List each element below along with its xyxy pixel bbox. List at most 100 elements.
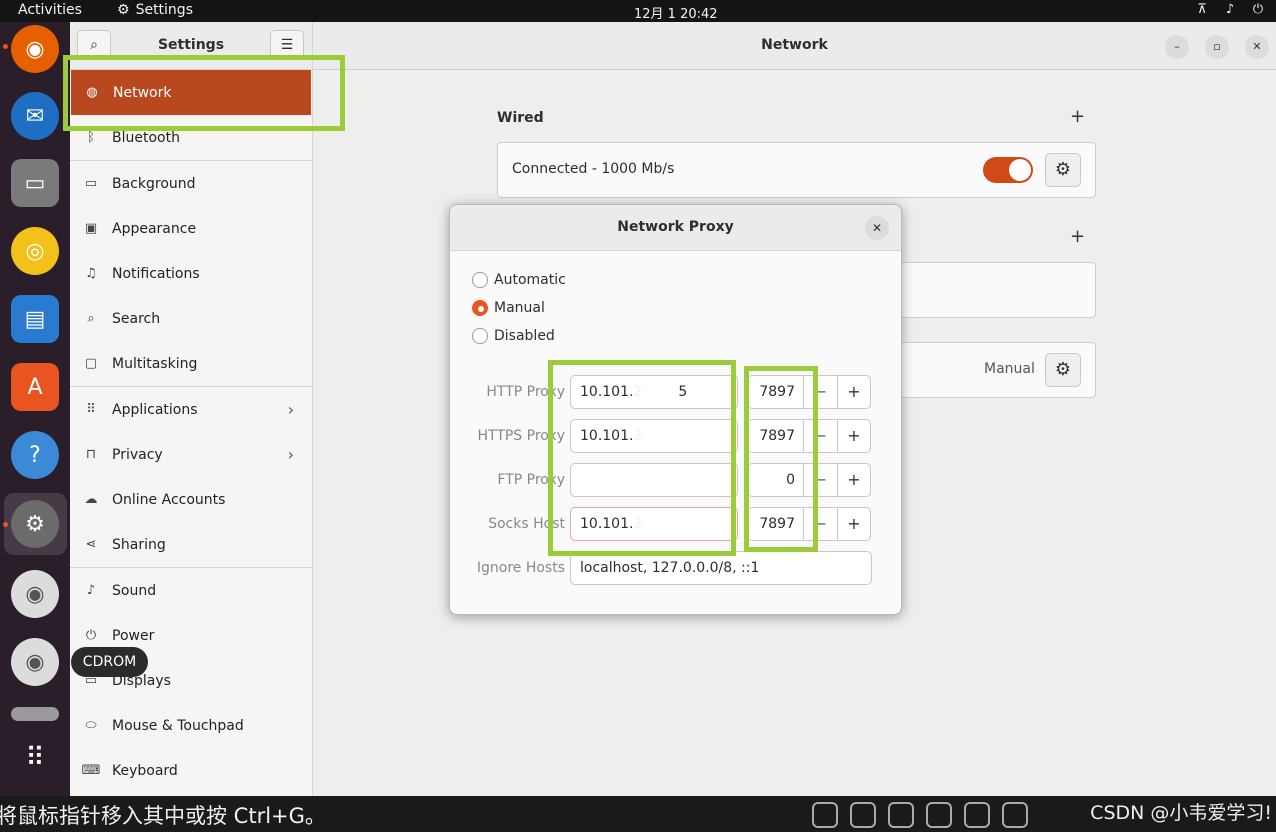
running-indicator [3,522,8,527]
radio-indicator [472,272,488,288]
usb-icon[interactable] [1002,802,1028,828]
sidebar-item-label: Privacy [112,446,163,463]
optical-drive-icon[interactable] [850,802,876,828]
hard-disk-icon[interactable] [812,802,838,828]
activities-button[interactable]: Activities [18,2,82,18]
wired-toggle[interactable] [983,157,1033,183]
ftp-port-increment-button[interactable]: + [837,463,871,497]
https-port-increment-button[interactable]: + [837,419,871,453]
cdrom-icon[interactable]: ◉ [11,638,59,686]
show-apps-icon[interactable]: ⠿ [11,734,59,782]
sidebar-item-bluetooth[interactable]: ᛒ Bluetooth [70,115,312,160]
https-proxy-port-input[interactable]: 7897 [747,419,803,453]
http-port-increment-button[interactable]: + [837,375,871,409]
chevron-right-icon: › [287,400,294,419]
radio-label: Disabled [494,328,555,344]
minimize-button[interactable]: – [1165,35,1189,59]
firefox-icon[interactable]: ◉ [11,25,59,73]
radio-manual[interactable]: Manual [472,300,545,316]
app-center-icon[interactable]: A [11,363,59,411]
sidebar-item-sound[interactable]: ♪ Sound [70,568,312,613]
close-window-button[interactable]: ✕ [1245,35,1269,59]
dock-tooltip: CDROM [71,647,148,677]
dock: ◉ ✉ ▭ ◎ ▤ A ? ⚙ ◉ ◉ ⠿ [0,22,70,796]
sidebar-item-label: Appearance [112,220,197,237]
system-tray[interactable]: ⊼ ♪ ⏻ [1194,2,1266,18]
ftp-port-decrement-button[interactable]: − [803,463,837,497]
ftp-proxy-host-input[interactable] [570,463,738,497]
close-icon: ✕ [871,221,883,235]
http-proxy-label: HTTP Proxy [486,384,565,400]
http-port-decrement-button[interactable]: − [803,375,837,409]
proxy-settings-button[interactable]: ⚙ [1045,353,1081,387]
radio-automatic[interactable]: Automatic [472,272,566,288]
plus-icon: + [1070,106,1086,127]
files-icon[interactable]: ▭ [11,159,59,207]
socks-port-input[interactable]: 7897 [747,507,803,541]
socks-port-increment-button[interactable]: + [837,507,871,541]
thunderbird-icon[interactable]: ✉ [11,92,59,140]
sidebar-item-label: Sharing [112,536,166,553]
app-menu[interactable]: ⚙ Settings [117,2,193,18]
redaction-blur [632,377,672,407]
main-menu-button[interactable]: ☰ [270,30,304,60]
rhythmbox-icon[interactable]: ◎ [11,227,59,275]
vm-status-bar: 将鼠标指针移入其中或按 Ctrl+G。 CSDN @小韦爱学习! [0,796,1276,832]
http-proxy-port-input[interactable]: 7897 [747,375,803,409]
radio-indicator [472,328,488,344]
close-icon: ✕ [1252,40,1262,53]
redaction-blur [632,509,672,539]
sidebar-item-label: Search [112,310,161,327]
sidebar-item-appearance[interactable]: ▣ Appearance [70,206,312,251]
network-adapter-icon[interactable] [964,802,990,828]
add-wired-button[interactable]: + [1070,106,1085,127]
lock-icon: ⊓ [85,447,97,462]
sidebar-item-network[interactable]: ◍ Network [71,70,311,115]
sidebar-item-applications[interactable]: ⠿ Applications › [70,387,312,432]
globe-icon: ◍ [86,85,98,100]
disc-icon[interactable]: ◉ [11,570,59,618]
help-icon[interactable]: ? [11,431,59,479]
sidebar-item-privacy[interactable]: ⊓ Privacy › [70,432,312,477]
radio-indicator [472,300,488,316]
power-icon: ⏻ [85,628,97,643]
share-icon: ⋖ [85,537,97,552]
sidebar-item-label: Keyboard [112,762,178,779]
sidebar-item-label: Mouse & Touchpad [112,717,244,734]
sidebar-item-sharing[interactable]: ⋖ Sharing [70,522,312,567]
sidebar-item-notifications[interactable]: ♫ Notifications [70,251,312,296]
network-icon: ⊼ [1197,2,1207,17]
ignore-hosts-label: Ignore Hosts [476,560,565,576]
sidebar-item-online-accounts[interactable]: ☁ Online Accounts [70,477,312,522]
radio-disabled[interactable]: Disabled [472,328,555,344]
bluetooth-icon: ᛒ [87,130,95,145]
ftp-proxy-port-input[interactable]: 0 [747,463,803,497]
sidebar-item-multitasking[interactable]: ▢ Multitasking [70,341,312,386]
sidebar-item-mouse-touchpad[interactable]: ⬭ Mouse & Touchpad [70,703,312,748]
power-icon: ⏻ [1252,2,1264,17]
maximize-icon: ▫ [1213,40,1221,53]
drive-icon[interactable] [11,707,59,721]
https-proxy-label: HTTPS Proxy [477,428,565,444]
settings-icon[interactable]: ⚙ [11,500,59,548]
maximize-button[interactable]: ▫ [1205,35,1229,59]
ignore-hosts-input[interactable]: localhost, 127.0.0.0/8, ::1 [570,551,872,585]
appearance-icon: ▣ [84,221,98,236]
running-indicator [3,44,8,49]
sidebar-item-label: Applications [112,401,198,418]
dialog-close-button[interactable]: ✕ [865,216,889,240]
socks-port-decrement-button[interactable]: − [803,507,837,541]
add-vpn-button[interactable]: + [1070,226,1085,247]
clock[interactable]: 12月 1 20:42 [634,3,718,22]
optical-drive-icon[interactable] [888,802,914,828]
sidebar-item-background[interactable]: ▭ Background [70,161,312,206]
sidebar-item-label: Network [113,84,172,101]
https-port-decrement-button[interactable]: − [803,419,837,453]
sidebar-item-search[interactable]: ⌕ Search [70,296,312,341]
sidebar-item-keyboard[interactable]: ⌨ Keyboard [70,748,312,793]
floppy-icon[interactable] [926,802,952,828]
writer-icon[interactable]: ▤ [11,295,59,343]
cloud-icon: ☁ [84,492,98,507]
sidebar-item-label: Power [112,627,155,644]
wired-settings-button[interactable]: ⚙ [1045,153,1081,187]
